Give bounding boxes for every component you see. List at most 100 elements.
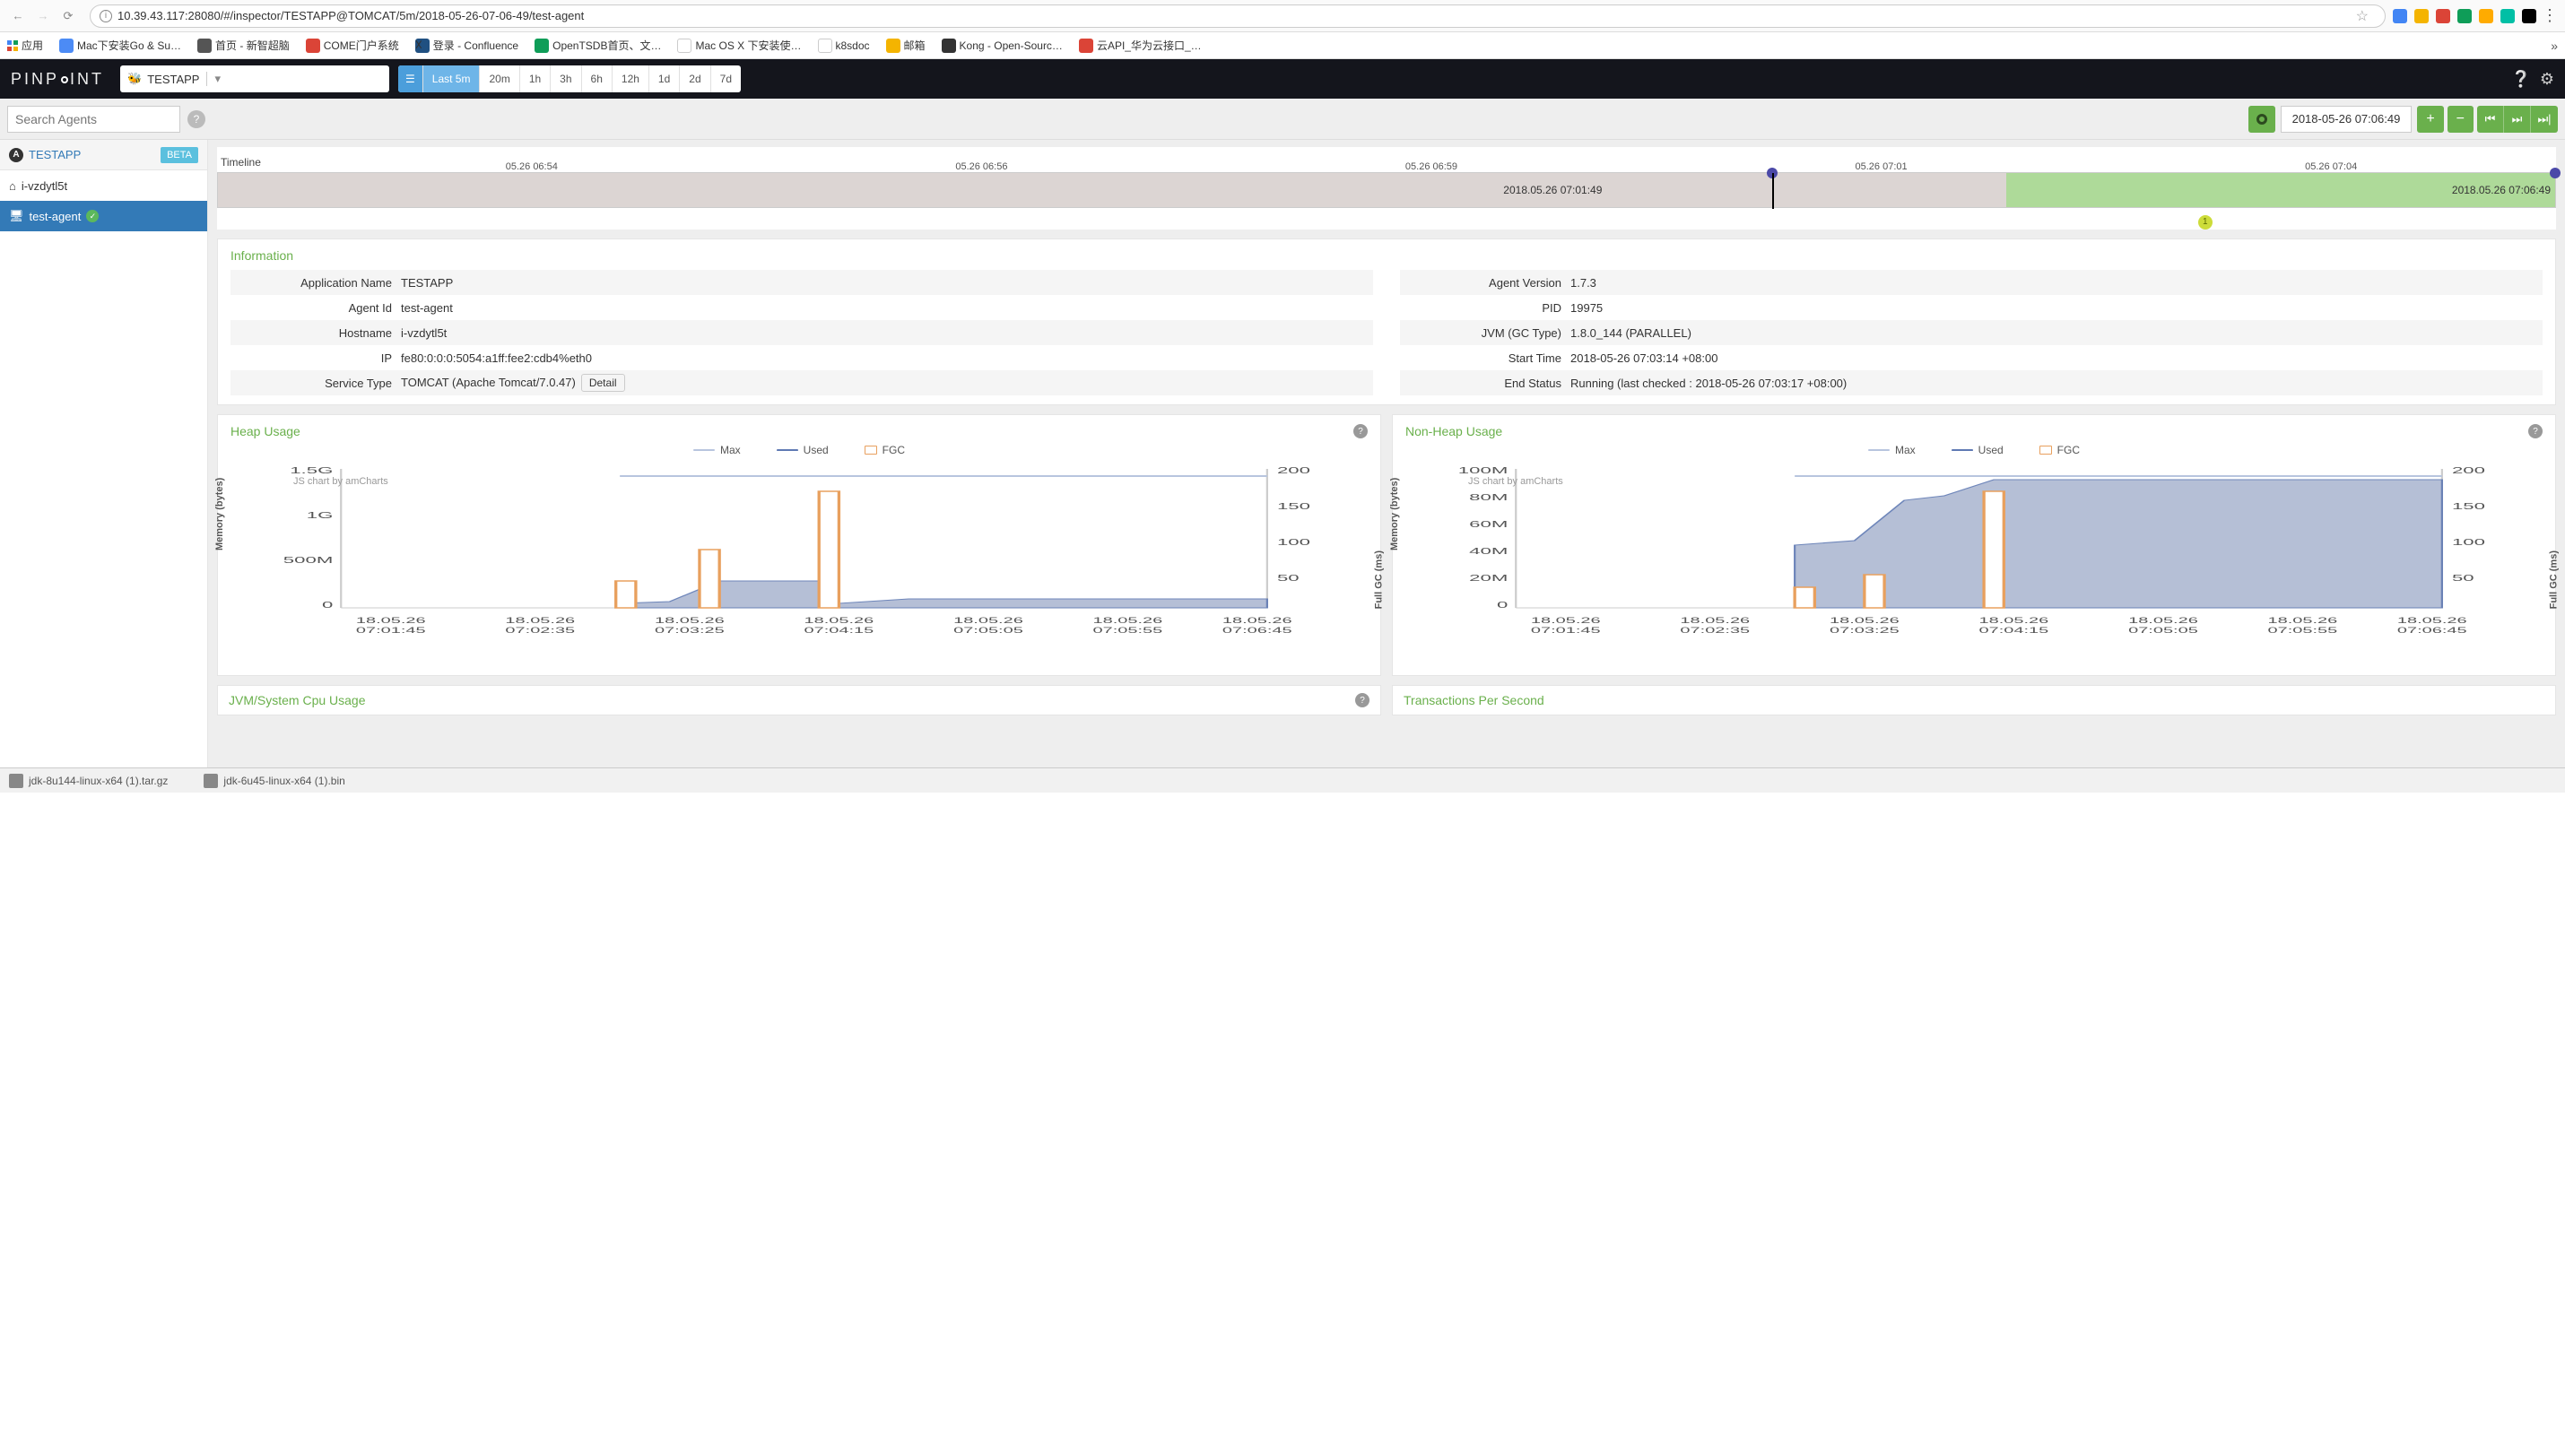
y2axis-label: Full GC (ms) <box>1373 550 1384 609</box>
app-icon: A <box>9 148 23 162</box>
bookmark-item[interactable]: COME门户系统 <box>306 38 399 53</box>
refresh-button[interactable] <box>2248 106 2275 133</box>
range-button[interactable]: 1h <box>520 65 551 92</box>
yaxis-label: Memory (bytes) <box>1389 478 1400 550</box>
heap-chart[interactable]: Memory (bytes) Full GC (ms) JS chart by … <box>222 460 1377 666</box>
nonheap-chart[interactable]: Memory (bytes) Full GC (ms) JS chart by … <box>1396 460 2552 666</box>
bookmark-item[interactable]: 首页 - 新智超脑 <box>197 38 290 53</box>
reload-button[interactable]: ⟳ <box>57 5 79 27</box>
info-title: Information <box>230 248 2543 263</box>
plus-button[interactable]: + <box>2417 106 2443 133</box>
home-icon: ⌂ <box>9 179 16 193</box>
download-item[interactable]: jdk-8u144-linux-x64 (1).tar.gz <box>9 774 168 788</box>
rewind-button[interactable]: ⏮ <box>2477 106 2504 133</box>
help-icon[interactable]: ? <box>1353 424 1368 438</box>
svg-text:18.05.26: 18.05.26 <box>2268 616 2338 625</box>
info-jvm: 1.8.0_144 (PARALLEL) <box>1570 326 2543 340</box>
ext-icon[interactable] <box>2522 9 2536 23</box>
svg-text:0: 0 <box>322 600 333 611</box>
range-button[interactable]: 6h <box>582 65 613 92</box>
bookmark-item[interactable]: 邮箱 <box>886 38 926 53</box>
svg-text:150: 150 <box>1277 501 1310 512</box>
sidebar-agent-row[interactable]: 🖥 test-agent ✓ <box>0 201 207 231</box>
detail-button[interactable]: Detail <box>581 374 625 392</box>
help-icon[interactable]: ? <box>187 110 205 128</box>
bookmark-item[interactable]: 云API_华为云接口_… <box>1079 38 1202 53</box>
bookmarks-bar: 应用 Mac下安装Go & Su… 首页 - 新智超脑 COME门户系统 𐌗登录… <box>0 32 2565 59</box>
list-view-button[interactable]: ☰ <box>398 65 423 92</box>
bookmark-item[interactable]: Mac下安装Go & Su… <box>59 38 181 53</box>
range-button[interactable]: 2d <box>680 65 710 92</box>
forward-button[interactable]: ⏭ <box>2504 106 2531 133</box>
help-icon[interactable]: ? <box>2528 424 2543 438</box>
forward-button: → <box>32 5 54 27</box>
y2axis-label: Full GC (ms) <box>2548 550 2559 609</box>
datetime-display[interactable]: 2018-05-26 07:06:49 <box>2281 106 2413 133</box>
info-agentid: test-agent <box>401 301 1373 315</box>
info-status: Running (last checked : 2018-05-26 07:03… <box>1570 377 2543 390</box>
svg-text:07:01:45: 07:01:45 <box>1531 626 1601 635</box>
svg-text:18.05.26: 18.05.26 <box>1830 616 1900 625</box>
bookmark-item[interactable]: Kong - Open-Sourc… <box>942 39 1063 53</box>
minus-button[interactable]: − <box>2448 106 2474 133</box>
timeline-tick: 05.26 06:59 <box>1206 161 1656 172</box>
search-agents-input[interactable] <box>7 106 180 133</box>
range-button[interactable]: 7d <box>711 65 741 92</box>
browser-chrome: ← → ⟳ i 10.39.43.117:28080/#/inspector/T… <box>0 0 2565 32</box>
menu-icon[interactable]: ⋮ <box>2542 6 2558 25</box>
bookmarks-overflow[interactable]: » <box>2551 39 2558 53</box>
sidebar-hostname: i-vzdytl5t <box>22 179 67 193</box>
heap-chart-panel: Heap Usage ? Max Used FGC Memory (bytes)… <box>217 414 1381 676</box>
download-item[interactable]: jdk-6u45-linux-x64 (1).bin <box>204 774 344 788</box>
back-button[interactable]: ← <box>7 5 29 27</box>
address-bar[interactable]: i 10.39.43.117:28080/#/inspector/TESTAPP… <box>90 4 2386 28</box>
bookmark-item[interactable]: Mac OS X 下安装使… <box>677 38 801 53</box>
help-icon[interactable]: ❔ <box>2510 70 2530 89</box>
range-button[interactable]: 1d <box>649 65 680 92</box>
svg-text:07:05:55: 07:05:55 <box>2268 626 2338 635</box>
ext-icon[interactable] <box>2436 9 2450 23</box>
svg-text:100M: 100M <box>1458 465 1509 476</box>
nonheap-legend: Max Used FGC <box>1396 444 2552 456</box>
range-button[interactable]: Last 5m <box>423 65 481 92</box>
ext-icon[interactable] <box>2414 9 2429 23</box>
range-button[interactable]: 20m <box>480 65 519 92</box>
bookmark-item[interactable]: 𐌗登录 - Confluence <box>415 38 518 53</box>
svg-text:50: 50 <box>1277 573 1300 584</box>
ext-icon[interactable] <box>2457 9 2472 23</box>
bookmark-item[interactable]: k8sdoc <box>818 39 870 53</box>
svg-text:07:06:45: 07:06:45 <box>1222 626 1292 635</box>
svg-text:18.05.26: 18.05.26 <box>2397 616 2467 625</box>
ext-icon[interactable] <box>2500 9 2515 23</box>
sidebar-host-row[interactable]: ⌂ i-vzdytl5t <box>0 170 207 201</box>
help-icon[interactable]: ? <box>1355 693 1369 707</box>
nonheap-title: Non-Heap Usage <box>1405 424 1502 438</box>
app-selector[interactable]: 🐝 TESTAPP ▾ <box>120 65 389 92</box>
ext-icon[interactable] <box>2393 9 2407 23</box>
bookmark-item[interactable]: OpenTSDB首页、文… <box>535 38 661 53</box>
cpu-chart-header: JVM/System Cpu Usage? <box>217 685 1381 715</box>
svg-text:0: 0 <box>1497 600 1508 611</box>
apps-button[interactable]: 应用 <box>7 38 43 53</box>
skip-end-button[interactable]: ⏭| <box>2531 106 2558 133</box>
info-pid: 19975 <box>1570 301 2543 315</box>
timeline-tick: 05.26 06:54 <box>307 161 757 172</box>
sidebar-app-row[interactable]: A TESTAPP BETA <box>0 140 207 170</box>
svg-text:18.05.26: 18.05.26 <box>1979 616 2049 625</box>
svg-text:18.05.26: 18.05.26 <box>2128 616 2198 625</box>
sidebar-agent-name: test-agent <box>30 210 82 223</box>
sidebar: A TESTAPP BETA ⌂ i-vzdytl5t 🖥 test-agent… <box>0 140 208 767</box>
svg-text:50: 50 <box>2452 573 2474 584</box>
site-info-icon[interactable]: i <box>100 10 112 22</box>
ext-icon[interactable] <box>2479 9 2493 23</box>
svg-text:07:03:25: 07:03:25 <box>655 626 725 635</box>
star-icon[interactable]: ☆ <box>2356 7 2369 25</box>
range-button[interactable]: 3h <box>551 65 581 92</box>
range-button[interactable]: 12h <box>613 65 649 92</box>
event-badge[interactable]: 1 <box>2198 215 2213 230</box>
svg-text:07:05:05: 07:05:05 <box>953 626 1023 635</box>
svg-text:07:02:35: 07:02:35 <box>1680 626 1750 635</box>
gear-icon[interactable]: ⚙ <box>2540 70 2554 89</box>
toolbar: ? 2018-05-26 07:06:49 + − ⏮ ⏭ ⏭| <box>0 99 2565 140</box>
timeline-bar[interactable]: 2018.05.26 07:01:49 2018.05.26 07:06:49 <box>217 172 2556 208</box>
